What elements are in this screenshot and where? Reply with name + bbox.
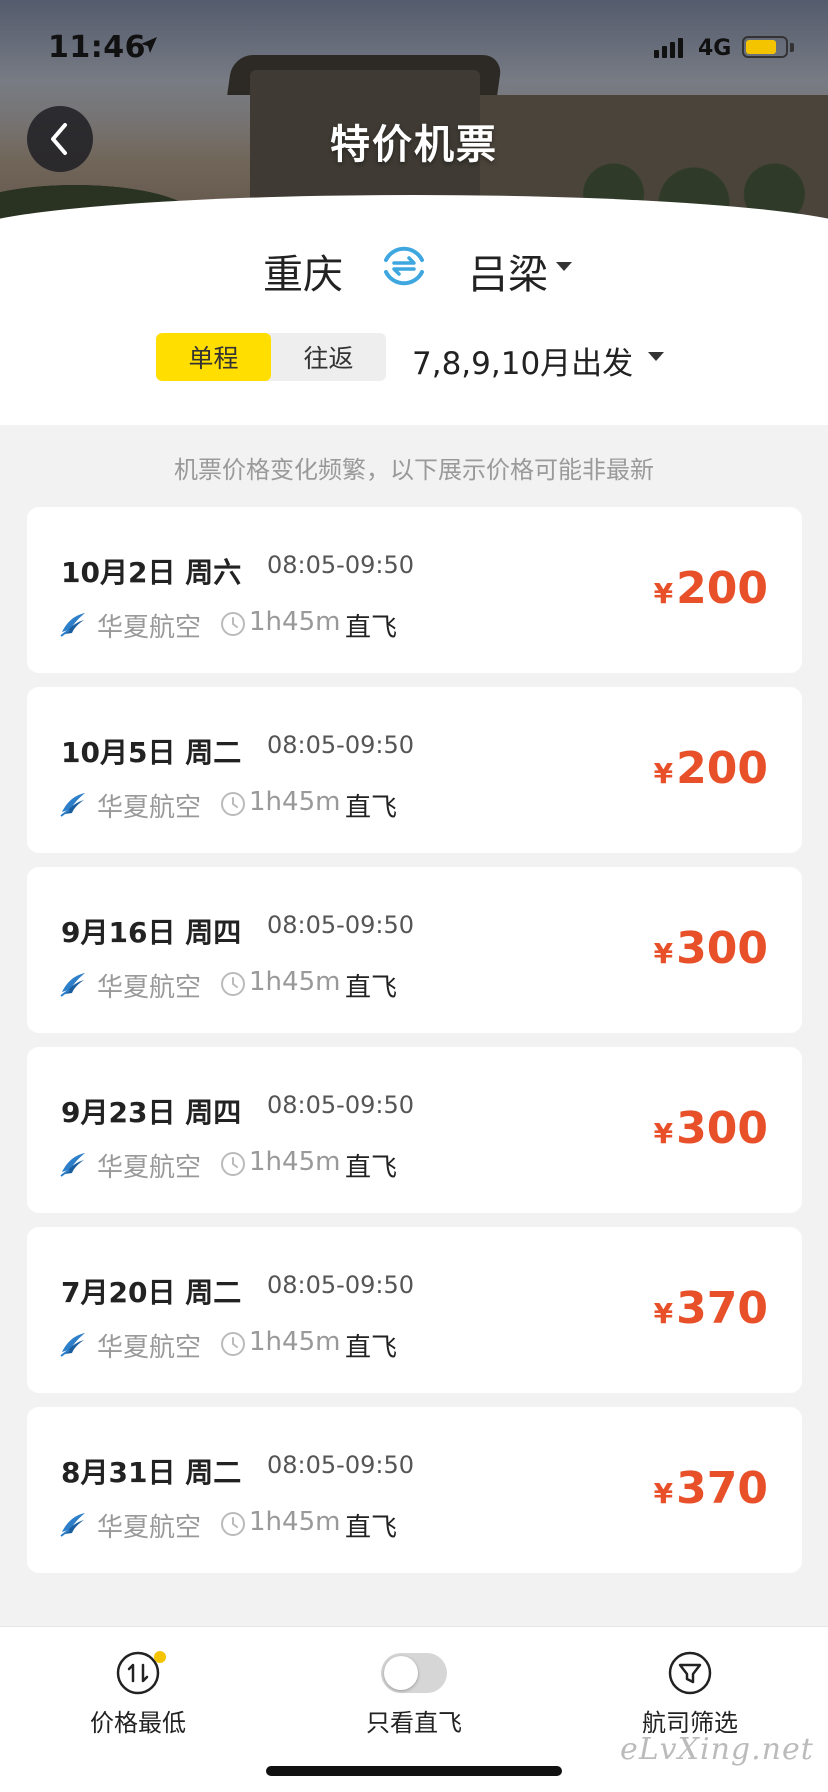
sort-price-label: 价格最低 <box>90 1709 186 1737</box>
clock-icon <box>221 1512 245 1536</box>
flight-duration: 1h45m <box>249 967 341 997</box>
direct-only-switch[interactable] <box>381 1653 447 1693</box>
airline-name: 华夏航空 <box>97 793 202 823</box>
battery-icon <box>742 36 788 58</box>
airline-name: 华夏航空 <box>97 613 202 643</box>
currency-symbol: ¥ <box>653 1117 674 1150</box>
flight-card[interactable]: 7月20日 周二 08:05-09:50 华夏航空 1h45m 直飞 ¥370 <box>27 1227 802 1393</box>
flight-date: 8月31日 周二 <box>61 1456 242 1489</box>
flight-time: 08:05-09:50 <box>267 731 414 759</box>
trip-round-trip[interactable]: 往返 <box>271 333 386 381</box>
currency-symbol: ¥ <box>653 757 674 790</box>
airline-logo-icon <box>60 793 85 817</box>
flight-type: 直飞 <box>345 1513 398 1543</box>
flight-type: 直飞 <box>345 973 398 1003</box>
flight-card[interactable]: 8月31日 周二 08:05-09:50 华夏航空 1h45m 直飞 ¥370 <box>27 1407 802 1573</box>
airline-name: 华夏航空 <box>97 1513 202 1543</box>
currency-symbol: ¥ <box>653 1297 674 1330</box>
airline-logo-icon <box>60 1513 85 1537</box>
page-title: 特价机票 <box>330 122 498 168</box>
clock-icon <box>221 612 245 636</box>
flight-time: 08:05-09:50 <box>267 1091 414 1119</box>
airline-logo-icon <box>60 1153 85 1177</box>
flight-duration: 1h45m <box>249 607 341 637</box>
price-value: 200 <box>676 743 768 794</box>
airline-name: 华夏航空 <box>97 973 202 1003</box>
arrival-city[interactable]: 吕梁 <box>468 242 548 300</box>
flight-time: 08:05-09:50 <box>267 1451 414 1479</box>
airline-logo-icon <box>60 973 85 997</box>
departure-month-filter[interactable]: 7,8,9,10月出发 <box>412 338 633 383</box>
direct-only-label: 只看直飞 <box>366 1709 462 1737</box>
flight-type: 直飞 <box>345 1333 398 1363</box>
home-indicator[interactable] <box>266 1766 562 1776</box>
flight-card[interactable]: 9月23日 周四 08:05-09:50 华夏航空 1h45m 直飞 ¥300 <box>27 1047 802 1213</box>
price-value: 300 <box>676 923 768 974</box>
airline-logo-icon <box>60 1333 85 1357</box>
flight-list: 10月2日 周六 08:05-09:50 华夏航空 1h45m 直飞 ¥200 … <box>27 507 802 1587</box>
flight-type: 直飞 <box>345 613 398 643</box>
flight-price: ¥370 <box>654 1283 768 1334</box>
price-value: 200 <box>676 563 768 614</box>
flight-card[interactable]: 10月5日 周二 08:05-09:50 华夏航空 1h45m 直飞 ¥200 <box>27 687 802 853</box>
price-value: 370 <box>676 1463 768 1514</box>
clock-icon <box>221 1332 245 1356</box>
clock-icon <box>221 972 245 996</box>
swap-icon[interactable] <box>376 238 432 294</box>
caret-down-icon[interactable] <box>556 262 572 271</box>
watermark: eLvXing.net <box>620 1732 814 1767</box>
signal-icon <box>654 38 683 58</box>
trip-type-toggle[interactable]: 单程 往返 <box>156 333 386 381</box>
airline-name: 华夏航空 <box>97 1333 202 1363</box>
airline-filter-button[interactable]: 航司筛选 <box>590 1649 790 1738</box>
flight-duration: 1h45m <box>249 1507 341 1537</box>
flight-price: ¥300 <box>654 923 768 974</box>
currency-symbol: ¥ <box>653 1477 674 1510</box>
flight-time: 08:05-09:50 <box>267 911 414 939</box>
caret-down-icon[interactable] <box>648 352 664 361</box>
airline-logo-icon <box>60 613 85 637</box>
airline-name: 华夏航空 <box>97 1153 202 1183</box>
flight-price: ¥200 <box>654 563 768 614</box>
flight-type: 直飞 <box>345 1153 398 1183</box>
trip-one-way[interactable]: 单程 <box>156 333 271 381</box>
filter-icon <box>668 1651 712 1695</box>
location-arrow-icon <box>141 37 157 53</box>
flight-price: ¥370 <box>654 1463 768 1514</box>
flight-price: ¥300 <box>654 1103 768 1154</box>
flight-card[interactable]: 10月2日 周六 08:05-09:50 华夏航空 1h45m 直飞 ¥200 <box>27 507 802 673</box>
sort-price-lowest-button[interactable]: 价格最低 <box>38 1649 238 1738</box>
currency-symbol: ¥ <box>653 937 674 970</box>
flight-type: 直飞 <box>345 793 398 823</box>
flight-time: 08:05-09:50 <box>267 551 414 579</box>
direct-only-toggle[interactable]: 只看直飞 <box>314 1649 514 1738</box>
flight-price: ¥200 <box>654 743 768 794</box>
flight-duration: 1h45m <box>249 1327 341 1357</box>
price-value: 300 <box>676 1103 768 1154</box>
clock-icon <box>221 1152 245 1176</box>
flight-date: 9月23日 周四 <box>61 1096 242 1129</box>
network-type: 4G <box>698 36 732 61</box>
currency-symbol: ¥ <box>653 577 674 610</box>
status-time: 11:46 <box>48 30 146 65</box>
flight-date: 7月20日 周二 <box>61 1276 242 1309</box>
flight-date: 9月16日 周四 <box>61 916 242 949</box>
departure-city[interactable]: 重庆 <box>263 242 343 300</box>
flight-time: 08:05-09:50 <box>267 1271 414 1299</box>
flight-duration: 1h45m <box>249 1147 341 1177</box>
active-indicator-dot <box>154 1651 166 1663</box>
price-notice: 机票价格变化频繁，以下展示价格可能非最新 <box>174 456 654 484</box>
flight-date: 10月2日 周六 <box>61 556 242 589</box>
flight-date: 10月5日 周二 <box>61 736 242 769</box>
flight-duration: 1h45m <box>249 787 341 817</box>
flight-card[interactable]: 9月16日 周四 08:05-09:50 华夏航空 1h45m 直飞 ¥300 <box>27 867 802 1033</box>
clock-icon <box>221 792 245 816</box>
price-value: 370 <box>676 1283 768 1334</box>
